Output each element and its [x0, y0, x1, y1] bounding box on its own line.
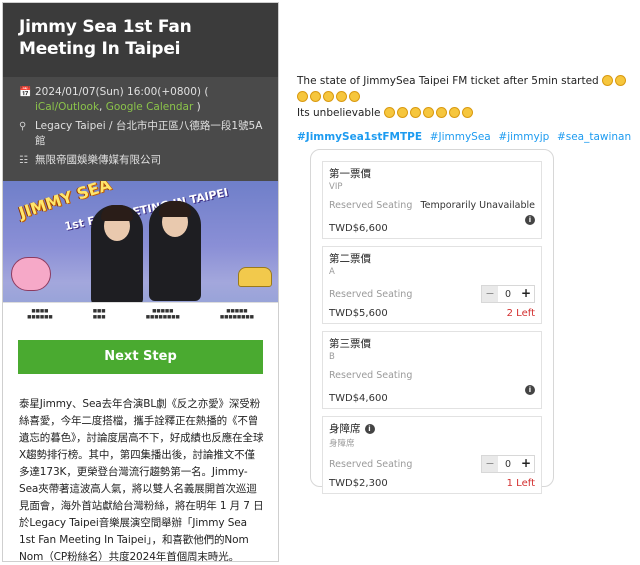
- ticket-item-accessible: 身障席 i 身障席 Reserved Seating − 0 + TWD$2,30…: [322, 416, 542, 494]
- ticket-code: VIP: [329, 182, 343, 192]
- laughing-emoji: [461, 107, 473, 118]
- ticket-name: 第二票價: [329, 253, 371, 265]
- seating-type: Reserved Seating: [329, 370, 413, 381]
- artist-photo-right: [149, 201, 201, 301]
- doodle-car-image: [238, 267, 272, 287]
- info-icon[interactable]: i: [364, 424, 375, 434]
- ticket-price: TWD$6,600: [329, 223, 388, 234]
- decrease-button[interactable]: −: [482, 456, 498, 472]
- quantity-value: 0: [504, 288, 512, 300]
- laughing-emoji: [435, 107, 447, 118]
- banner-info-strip: ■■■■ ■■■■■■ ■■■ ■■■ ■■■■■ ■■■■■■■■ ■■■■■ ■■■…: [3, 302, 278, 326]
- doodle-character-image: [11, 257, 51, 291]
- event-page: Jimmy Sea 1st Fan Meeting In Taipei 📅 20…: [2, 2, 279, 562]
- event-venue: Legacy Taipei / 台北市中正區八德路一段1號5A館: [35, 120, 263, 147]
- ticket-item-vip: 第一票價 VIP Reserved Seating Temporarily Un…: [322, 161, 542, 239]
- event-datetime-row: 📅 2024/01/07(Sun) 16:00(+0800) ( iCal/Ou…: [19, 85, 266, 115]
- ticket-list: 第一票價 VIP Reserved Seating Temporarily Un…: [310, 149, 554, 494]
- quantity-stepper: − 0 +: [481, 285, 535, 303]
- laughing-emoji: [349, 91, 360, 102]
- ticket-price: TWD$4,600: [329, 393, 388, 404]
- tweet-line-2: Its unbelievable: [297, 107, 381, 119]
- increase-button[interactable]: +: [518, 456, 534, 472]
- laughing-emoji: [422, 107, 434, 118]
- ticket-code: 身障席: [329, 439, 355, 449]
- tweet-line-1: The state of JimmySea Taipei FM ticket a…: [297, 75, 599, 87]
- laughing-emoji: [448, 107, 460, 118]
- event-description: 泰星Jimmy、Sea去年合演BL劇《反之亦愛》深受粉絲喜愛，今年二度搭檔，攜手…: [19, 398, 264, 562]
- ticket-code: B: [329, 352, 335, 362]
- ticket-name: 身障席: [329, 423, 361, 435]
- decrease-button[interactable]: −: [482, 286, 498, 302]
- calendar-icon: 📅: [19, 87, 32, 98]
- ical-link[interactable]: iCal/Outlook: [35, 101, 99, 113]
- hashtag-link[interactable]: #JimmySea1stFMTPE: [297, 131, 422, 143]
- hashtag-link[interactable]: #JimmySea: [430, 131, 491, 143]
- ticket-code: A: [329, 267, 335, 277]
- organizer-icon: ☷: [19, 155, 28, 166]
- artist-photo-left: [91, 205, 143, 305]
- seating-type: Reserved Seating: [329, 288, 413, 300]
- map-pin-icon: ⚲: [19, 121, 27, 132]
- event-title: Jimmy Sea 1st Fan Meeting In Taipei: [19, 17, 192, 59]
- laughing-emoji: [336, 91, 347, 102]
- ticket-price: TWD$5,600: [329, 308, 388, 319]
- info-icon[interactable]: i: [525, 215, 535, 225]
- event-header: Jimmy Sea 1st Fan Meeting In Taipei: [3, 3, 278, 77]
- event-datetime: 2024/01/07(Sun) 16:00(+0800) (: [35, 86, 209, 98]
- seating-type: Reserved Seating: [329, 458, 413, 470]
- event-venue-row: ⚲ Legacy Taipei / 台北市中正區八德路一段1號5A館: [19, 119, 266, 149]
- tweet-hashtags: #JimmySea1stFMTPE #JimmySea #jimmyjp #se…: [297, 131, 637, 143]
- ticket-price: TWD$2,300: [329, 478, 388, 489]
- google-calendar-link[interactable]: Google Calendar: [106, 101, 194, 113]
- event-organizer-row: ☷ 無限帝國娛樂傳媒有限公司: [19, 153, 266, 168]
- hashtag-link[interactable]: #jimmyjp: [498, 131, 549, 143]
- event-info: 📅 2024/01/07(Sun) 16:00(+0800) ( iCal/Ou…: [3, 77, 278, 181]
- tweet: The state of JimmySea Taipei FM ticket a…: [297, 73, 637, 143]
- remaining-count: 1 Left: [506, 478, 535, 489]
- laughing-emoji: [602, 75, 614, 86]
- link-close: ): [196, 101, 201, 113]
- laughing-emoji: [409, 107, 421, 118]
- increase-button[interactable]: +: [518, 286, 534, 302]
- laughing-emoji: [323, 91, 334, 102]
- event-organizer: 無限帝國娛樂傳媒有限公司: [35, 154, 161, 166]
- ticket-item-a: 第二票價 A Reserved Seating − 0 + TWD$5,600 …: [322, 246, 542, 324]
- laughing-emoji: [310, 91, 321, 102]
- event-banner: JIMMY SEA 1st FAN MEETING IN TAIPEI ■■■■…: [3, 181, 278, 326]
- info-icon[interactable]: i: [525, 385, 535, 395]
- next-step-button[interactable]: Next Step: [18, 340, 263, 374]
- ticket-name: 第一票價: [329, 168, 371, 180]
- laughing-emoji: [297, 91, 308, 102]
- seating-type: Reserved Seating: [329, 200, 413, 211]
- link-separator: ,: [99, 101, 103, 113]
- laughing-emoji: [615, 75, 627, 86]
- quantity-value: 0: [504, 458, 512, 470]
- ticket-status: Temporarily Unavailable: [420, 200, 535, 211]
- laughing-emoji: [383, 107, 395, 118]
- ticket-item-b: 第三票價 B Reserved Seating i TWD$4,600: [322, 331, 542, 409]
- hashtag-link[interactable]: #sea_tawinan: [557, 131, 631, 143]
- ticket-name: 第三票價: [329, 338, 371, 350]
- quantity-stepper: − 0 +: [481, 455, 535, 473]
- laughing-emoji: [396, 107, 408, 118]
- remaining-count: 2 Left: [506, 308, 535, 319]
- tweet-text: The state of JimmySea Taipei FM ticket a…: [297, 73, 637, 121]
